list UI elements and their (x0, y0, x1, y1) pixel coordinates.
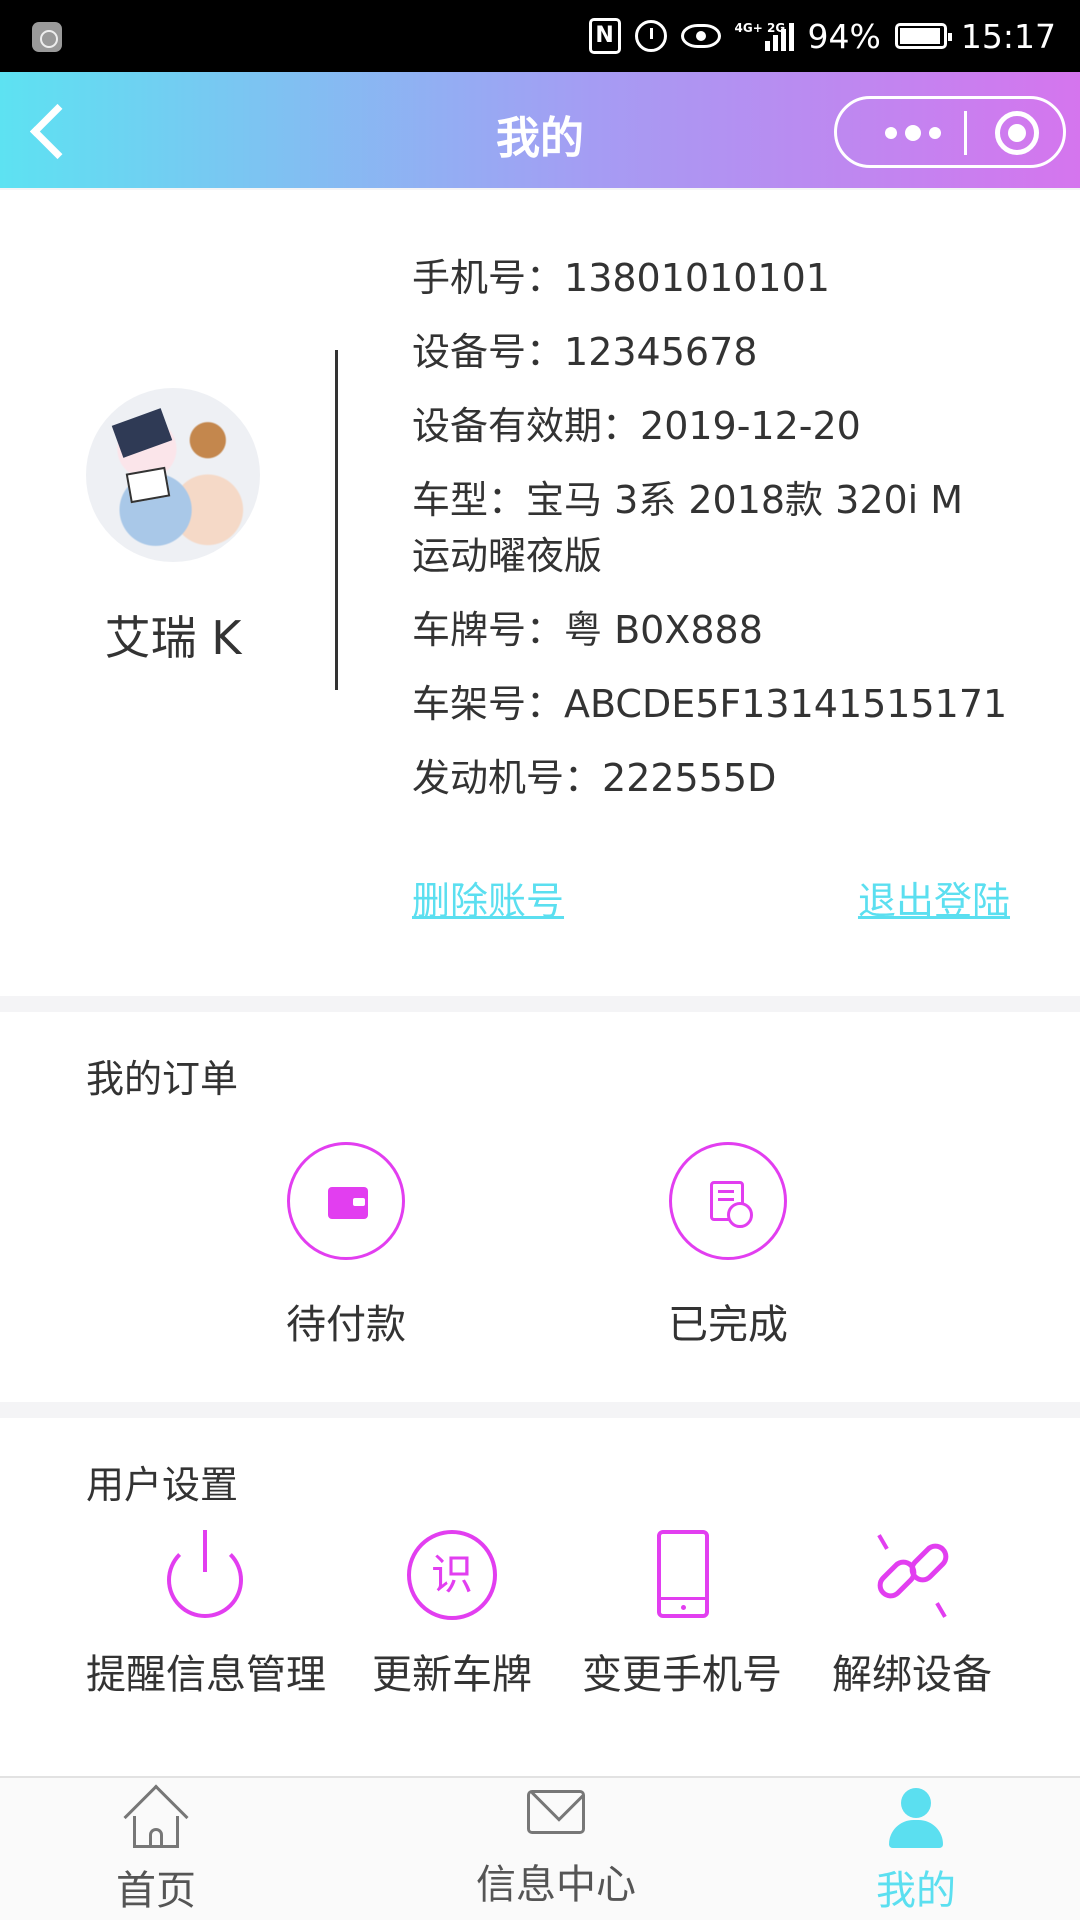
delete-account-link[interactable]: 删除账号 (412, 870, 564, 925)
phone-icon (637, 1530, 727, 1620)
tab-home[interactable]: 首页 (46, 1784, 266, 1916)
profile-card: 艾瑞 K 手机号： 13801010101 设备号： 12345678 设备有效… (0, 190, 1080, 996)
completed-document-icon (710, 1181, 753, 1228)
tab-bar: 首页 信息中心 我的 (0, 1776, 1080, 1920)
info-label: 手机号： (412, 256, 565, 300)
wallet-icon (328, 1187, 368, 1219)
info-row-engine: 发动机号： 222555D (412, 750, 1012, 806)
status-icons: N 4G+ 2G 94% 15:17 (588, 0, 1056, 72)
more-dots-icon[interactable] (863, 113, 963, 153)
info-label: 设备有效期： (412, 404, 641, 448)
status-bar: N 4G+ 2G 94% 15:17 (0, 0, 1080, 72)
tab-label: 我的 (876, 1868, 956, 1914)
signal-icon: 4G+ 2G (735, 21, 794, 51)
order-label: 已完成 (668, 1302, 788, 1348)
info-row-vin: 车架号： ABCDE5F13141515171 (412, 676, 1012, 732)
eye-comfort-icon (680, 24, 721, 48)
order-pending-payment[interactable]: 待付款 (246, 1142, 446, 1350)
plate-recognize-icon: 识 (407, 1530, 497, 1620)
user-name: 艾瑞 K (104, 611, 242, 665)
logout-link[interactable]: 退出登陆 (858, 870, 1010, 925)
tab-label: 首页 (116, 1868, 196, 1914)
user-settings-section: 用户设置 提醒信息管理 识 更新车牌 变更手机号 解绑设备 (0, 1418, 1080, 1778)
setting-label: 更新车牌 (372, 1652, 532, 1698)
person-icon (881, 1788, 951, 1850)
battery-percent: 94% (807, 16, 881, 56)
section-title-settings: 用户设置 (86, 1463, 239, 1507)
order-label: 待付款 (286, 1302, 406, 1348)
mail-icon (521, 1782, 591, 1844)
section-title-orders: 我的订单 (86, 1057, 239, 1101)
avatar[interactable] (86, 388, 260, 562)
info-value: 12345678 (564, 330, 758, 374)
alarm-clock-icon (634, 20, 667, 52)
info-value: 222555D (602, 756, 777, 800)
setting-label: 解绑设备 (832, 1652, 992, 1698)
info-label: 车牌号： (412, 608, 565, 652)
order-icon-ring (287, 1142, 405, 1260)
info-row-device: 设备号： 12345678 (412, 324, 1012, 380)
close-mini-program-icon[interactable] (995, 111, 1039, 155)
setting-change-phone[interactable]: 变更手机号 (582, 1530, 782, 1700)
info-label: 设备号： (412, 330, 565, 374)
setting-reminder-management[interactable]: 提醒信息管理 (86, 1530, 326, 1700)
mini-program-capsule (834, 96, 1066, 168)
order-completed[interactable]: 已完成 (628, 1142, 828, 1350)
battery-icon (894, 23, 952, 49)
setting-label: 提醒信息管理 (86, 1652, 326, 1698)
info-label: 车型： (412, 478, 527, 522)
info-value: ABCDE5F13141515171 (564, 682, 1008, 726)
info-row-phone: 手机号： 13801010101 (412, 250, 1012, 306)
setting-unbind-device[interactable]: 解绑设备 (830, 1530, 994, 1700)
vehicle-info-list: 手机号： 13801010101 设备号： 12345678 设备有效期： 20… (412, 250, 1012, 824)
network-type: 4G+ 2G (734, 21, 786, 35)
profile-divider (335, 350, 338, 690)
title-bar: 我的 (0, 72, 1080, 188)
order-icon-ring (669, 1142, 787, 1260)
tab-message-center[interactable]: 信息中心 (446, 1782, 666, 1910)
unlink-icon (867, 1530, 957, 1620)
clock-time: 15:17 (960, 16, 1056, 56)
info-row-car-model: 车型：宝马 3系 2018款 320i M 运动曜夜版 (412, 472, 1012, 584)
home-icon (121, 1784, 191, 1850)
capsule-divider (964, 111, 967, 155)
info-label: 发动机号： (412, 756, 603, 800)
info-value: 13801010101 (564, 256, 830, 300)
info-label: 车架号： (412, 682, 565, 726)
info-row-plate: 车牌号： 粤 B0X888 (412, 602, 1012, 658)
my-orders-section: 我的订单 待付款 已完成 (0, 1012, 1080, 1402)
nfc-icon: N (588, 18, 621, 54)
info-row-device-expiry: 设备有效期： 2019-12-20 (412, 398, 1012, 454)
info-value: 粤 B0X888 (564, 608, 763, 652)
app-icon (32, 22, 62, 52)
tab-mine[interactable]: 我的 (806, 1788, 1026, 1916)
setting-label: 变更手机号 (582, 1652, 782, 1698)
setting-update-plate[interactable]: 识 更新车牌 (370, 1530, 534, 1700)
tab-label: 信息中心 (476, 1862, 636, 1908)
info-value: 2019-12-20 (640, 404, 861, 448)
power-icon (160, 1530, 250, 1620)
